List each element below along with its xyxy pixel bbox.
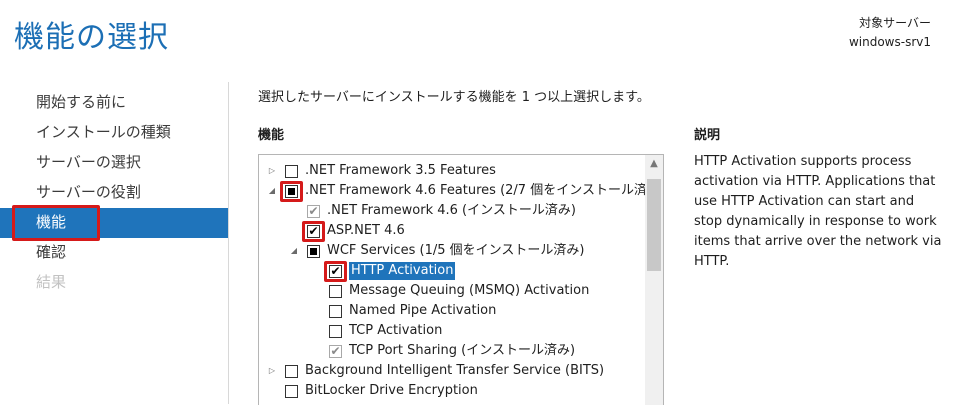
scroll-thumb[interactable] bbox=[647, 179, 661, 271]
feature-checkbox[interactable] bbox=[329, 285, 342, 298]
feature-label: TCP Activation bbox=[349, 323, 443, 338]
feature-checkbox[interactable] bbox=[329, 325, 342, 338]
checkbox-highlight-box bbox=[324, 261, 347, 282]
feature-label: .NET Framework 4.6 Features (2/7 個をインストー… bbox=[305, 183, 647, 198]
feature-checkbox[interactable]: ✔ bbox=[307, 205, 320, 218]
feature-row[interactable]: ◢ .NET Framework 4.6 Features (2/7 個をインスト… bbox=[259, 181, 647, 202]
feature-label: WCF Services (1/5 個をインストール済み) bbox=[327, 243, 585, 258]
nav-divider bbox=[228, 82, 229, 404]
wizard-nav: 開始する前に インストールの種類 サーバーの選択 サーバーの役割 機能 確認 結… bbox=[0, 88, 228, 298]
nav-item-installation-type[interactable]: インストールの種類 bbox=[0, 118, 228, 148]
feature-label: .NET Framework 4.6 (インストール済み) bbox=[327, 203, 576, 218]
tree-scrollbar[interactable]: ▲ bbox=[645, 155, 663, 405]
feature-label: .NET Framework 3.5 Features bbox=[305, 163, 496, 178]
feature-label: Message Queuing (MSMQ) Activation bbox=[349, 283, 590, 298]
feature-label: BitLocker Drive Encryption bbox=[305, 383, 478, 398]
nav-item-server-selection[interactable]: サーバーの選択 bbox=[0, 148, 228, 178]
features-tree[interactable]: BitLocker Drive Encryption ▷ Background In… bbox=[258, 154, 664, 405]
feature-row[interactable]: ✔ TCP Port Sharing (インストール済み) bbox=[259, 341, 639, 361]
feature-checkbox[interactable] bbox=[285, 385, 298, 398]
target-server-info: 対象サーバー windows-srv1 bbox=[849, 14, 931, 52]
collapse-arrow-icon[interactable]: ◢ bbox=[289, 241, 299, 261]
nav-item-confirmation[interactable]: 確認 bbox=[0, 238, 228, 268]
checkbox-highlight-box bbox=[280, 181, 303, 202]
nav-item-results: 結果 bbox=[36, 273, 67, 291]
nav-item-server-roles[interactable]: サーバーの役割 bbox=[0, 178, 228, 208]
expand-arrow-icon[interactable]: ▷ bbox=[267, 361, 277, 381]
feature-row[interactable]: ▷ .NET Framework 3.5 Features bbox=[259, 161, 639, 181]
feature-checkbox[interactable] bbox=[307, 245, 320, 258]
feature-row[interactable]: Message Queuing (MSMQ) Activation bbox=[259, 281, 639, 301]
feature-row[interactable]: Named Pipe Activation bbox=[259, 301, 639, 321]
page-title: 機能の選択 bbox=[14, 20, 169, 55]
partial-fill-icon bbox=[310, 248, 317, 255]
scroll-up-arrow-icon[interactable]: ▲ bbox=[645, 155, 663, 173]
feature-checkbox[interactable]: ✔ bbox=[329, 345, 342, 358]
feature-checkbox[interactable] bbox=[285, 165, 298, 178]
feature-label: ASP.NET 4.6 bbox=[327, 223, 405, 238]
feature-checkbox[interactable] bbox=[285, 365, 298, 378]
nav-highlight-box bbox=[12, 205, 100, 241]
checkbox-highlight-box bbox=[302, 221, 325, 242]
feature-row[interactable]: ◢ WCF Services (1/5 個をインストール済み) bbox=[259, 241, 639, 261]
feature-checkbox[interactable] bbox=[329, 305, 342, 318]
feature-row[interactable]: BitLocker Drive Encryption bbox=[259, 381, 639, 401]
features-header: 機能 bbox=[258, 128, 285, 143]
description-header: 説明 bbox=[694, 128, 721, 143]
instruction-text: 選択したサーバーにインストールする機能を 1 つ以上選択します。 bbox=[258, 90, 650, 105]
feature-row[interactable]: TCP Activation bbox=[259, 321, 639, 341]
feature-row[interactable]: ✔ ASP.NET 4.6 bbox=[259, 221, 639, 242]
expand-arrow-icon[interactable]: ▷ bbox=[267, 161, 277, 181]
collapse-arrow-icon[interactable]: ◢ bbox=[267, 181, 277, 201]
nav-item-before-you-begin[interactable]: 開始する前に bbox=[0, 88, 228, 118]
nav-item-features[interactable]: 機能 bbox=[0, 205, 228, 241]
feature-label: Background Intelligent Transfer Service … bbox=[305, 363, 605, 378]
feature-label: HTTP Activation bbox=[349, 262, 456, 280]
feature-row[interactable]: ▷ Background Intelligent Transfer Service… bbox=[259, 361, 639, 381]
description-text: HTTP Activation supports process activat… bbox=[694, 154, 942, 269]
feature-label: TCP Port Sharing (インストール済み) bbox=[349, 343, 576, 358]
feature-label: Named Pipe Activation bbox=[349, 303, 497, 318]
feature-row[interactable]: ✔ HTTP Activation bbox=[259, 261, 639, 282]
target-server-label: 対象サーバー bbox=[859, 16, 931, 30]
feature-row[interactable]: ✔ .NET Framework 4.6 (インストール済み) bbox=[259, 201, 639, 221]
target-server-name: windows-srv1 bbox=[848, 35, 931, 49]
